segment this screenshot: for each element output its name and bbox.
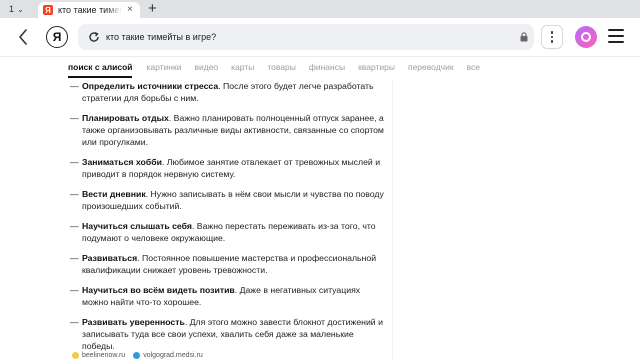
dash-bullet: — — [70, 113, 79, 123]
tab-count: 1 — [9, 4, 15, 14]
yandex-logo[interactable]: Я — [46, 26, 68, 48]
nav-item-video[interactable]: видео — [194, 62, 218, 72]
reload-button[interactable] — [82, 24, 106, 50]
lock-icon[interactable] — [514, 32, 534, 42]
search-nav: поиск с алисой картинки видео карты това… — [68, 60, 493, 74]
source-favicon-icon — [133, 352, 141, 359]
alice-assistant-button[interactable] — [575, 26, 597, 48]
list-item: — Определить источники стресса. После это… — [68, 80, 388, 104]
list-item: — Планировать отдых. Важно планировать по… — [68, 112, 388, 148]
arrow-left-icon — [19, 29, 27, 45]
nav-item-apartments[interactable]: квартиры — [358, 62, 395, 72]
alice-icon — [581, 32, 591, 42]
tab-title: кто такие тимеm — [58, 5, 122, 15]
toolbar: Я кто такие тимейты в игре? — [0, 18, 640, 56]
line — [608, 41, 624, 43]
hamburger-menu-icon[interactable] — [608, 29, 624, 43]
list-item: — Научиться во всём видеть позитив. Даже … — [68, 284, 388, 308]
source-label: volgograd.medsi.ru — [143, 352, 203, 359]
more-menu-button[interactable] — [541, 25, 563, 49]
tab-counter[interactable]: 1 ⌄ — [6, 2, 27, 16]
nav-item-all[interactable]: все — [467, 62, 480, 72]
nav-item-maps[interactable]: карты — [231, 62, 254, 72]
source-links: beelinenow.ru volgograd.medsi.ru — [72, 352, 203, 359]
toolbar-divider — [0, 56, 640, 57]
nav-item-translator[interactable]: переводчик — [408, 62, 454, 72]
item-title: Развивать уверенность — [82, 317, 185, 327]
item-title: Планировать отдых — [82, 113, 169, 123]
dot — [550, 31, 554, 34]
item-title: Вести дневник — [82, 189, 146, 199]
dash-bullet: — — [70, 189, 79, 199]
back-button[interactable] — [14, 27, 32, 47]
url-text: кто такие тимейты в игре? — [106, 32, 217, 42]
yandex-favicon-icon: Я — [43, 5, 53, 15]
answer-list: — Определить источники стресса. После это… — [68, 80, 388, 360]
dash-bullet: — — [70, 157, 79, 167]
list-item: — Научиться слышать себя. Важно перестать… — [68, 220, 388, 244]
tab-active[interactable]: Я кто такие тимеm × — [38, 2, 140, 18]
dot — [550, 40, 554, 43]
dash-bullet: — — [70, 253, 79, 263]
nav-item-finance[interactable]: финансы — [309, 62, 345, 72]
item-title: Научиться слышать себя — [82, 221, 192, 231]
item-title: Научиться во всём видеть позитив — [82, 285, 235, 295]
reload-icon — [89, 31, 99, 42]
active-tab-underline — [68, 76, 132, 78]
list-item: — Развивать уверенность. Для этого можно … — [68, 316, 388, 352]
tab-strip: 1 ⌄ Я кто такие тимеm × + — [0, 0, 640, 18]
line — [608, 35, 624, 37]
dash-bullet: — — [70, 81, 79, 91]
source-link[interactable]: volgograd.medsi.ru — [133, 352, 203, 359]
list-item: — Заниматься хобби. Любимое занятие отвле… — [68, 156, 388, 180]
nav-item-images[interactable]: картинки — [146, 62, 181, 72]
line — [608, 29, 624, 31]
dash-bullet: — — [70, 285, 79, 295]
close-icon[interactable]: × — [127, 5, 133, 15]
source-link[interactable]: beelinenow.ru — [72, 352, 125, 359]
new-tab-button[interactable]: + — [148, 0, 157, 18]
item-title: Развиваться — [82, 253, 138, 263]
list-item: — Развиваться. Постоянное повышение масте… — [68, 252, 388, 276]
dot — [550, 35, 554, 39]
list-item: — Вести дневник. Нужно записывать в нём с… — [68, 188, 388, 212]
nav-item-goods[interactable]: товары — [267, 62, 296, 72]
source-favicon-icon — [72, 352, 79, 359]
item-title: Заниматься хобби — [82, 157, 162, 167]
item-title: Определить источники стресса — [82, 81, 219, 91]
dash-bullet: — — [70, 317, 79, 327]
nav-item-alice-search[interactable]: поиск с алисой — [68, 62, 132, 72]
source-label: beelinenow.ru — [82, 352, 126, 359]
address-bar[interactable]: кто такие тимейты в игре? — [78, 24, 534, 50]
dash-bullet: — — [70, 221, 79, 231]
column-divider — [392, 80, 393, 360]
chevron-down-icon: ⌄ — [17, 4, 24, 14]
